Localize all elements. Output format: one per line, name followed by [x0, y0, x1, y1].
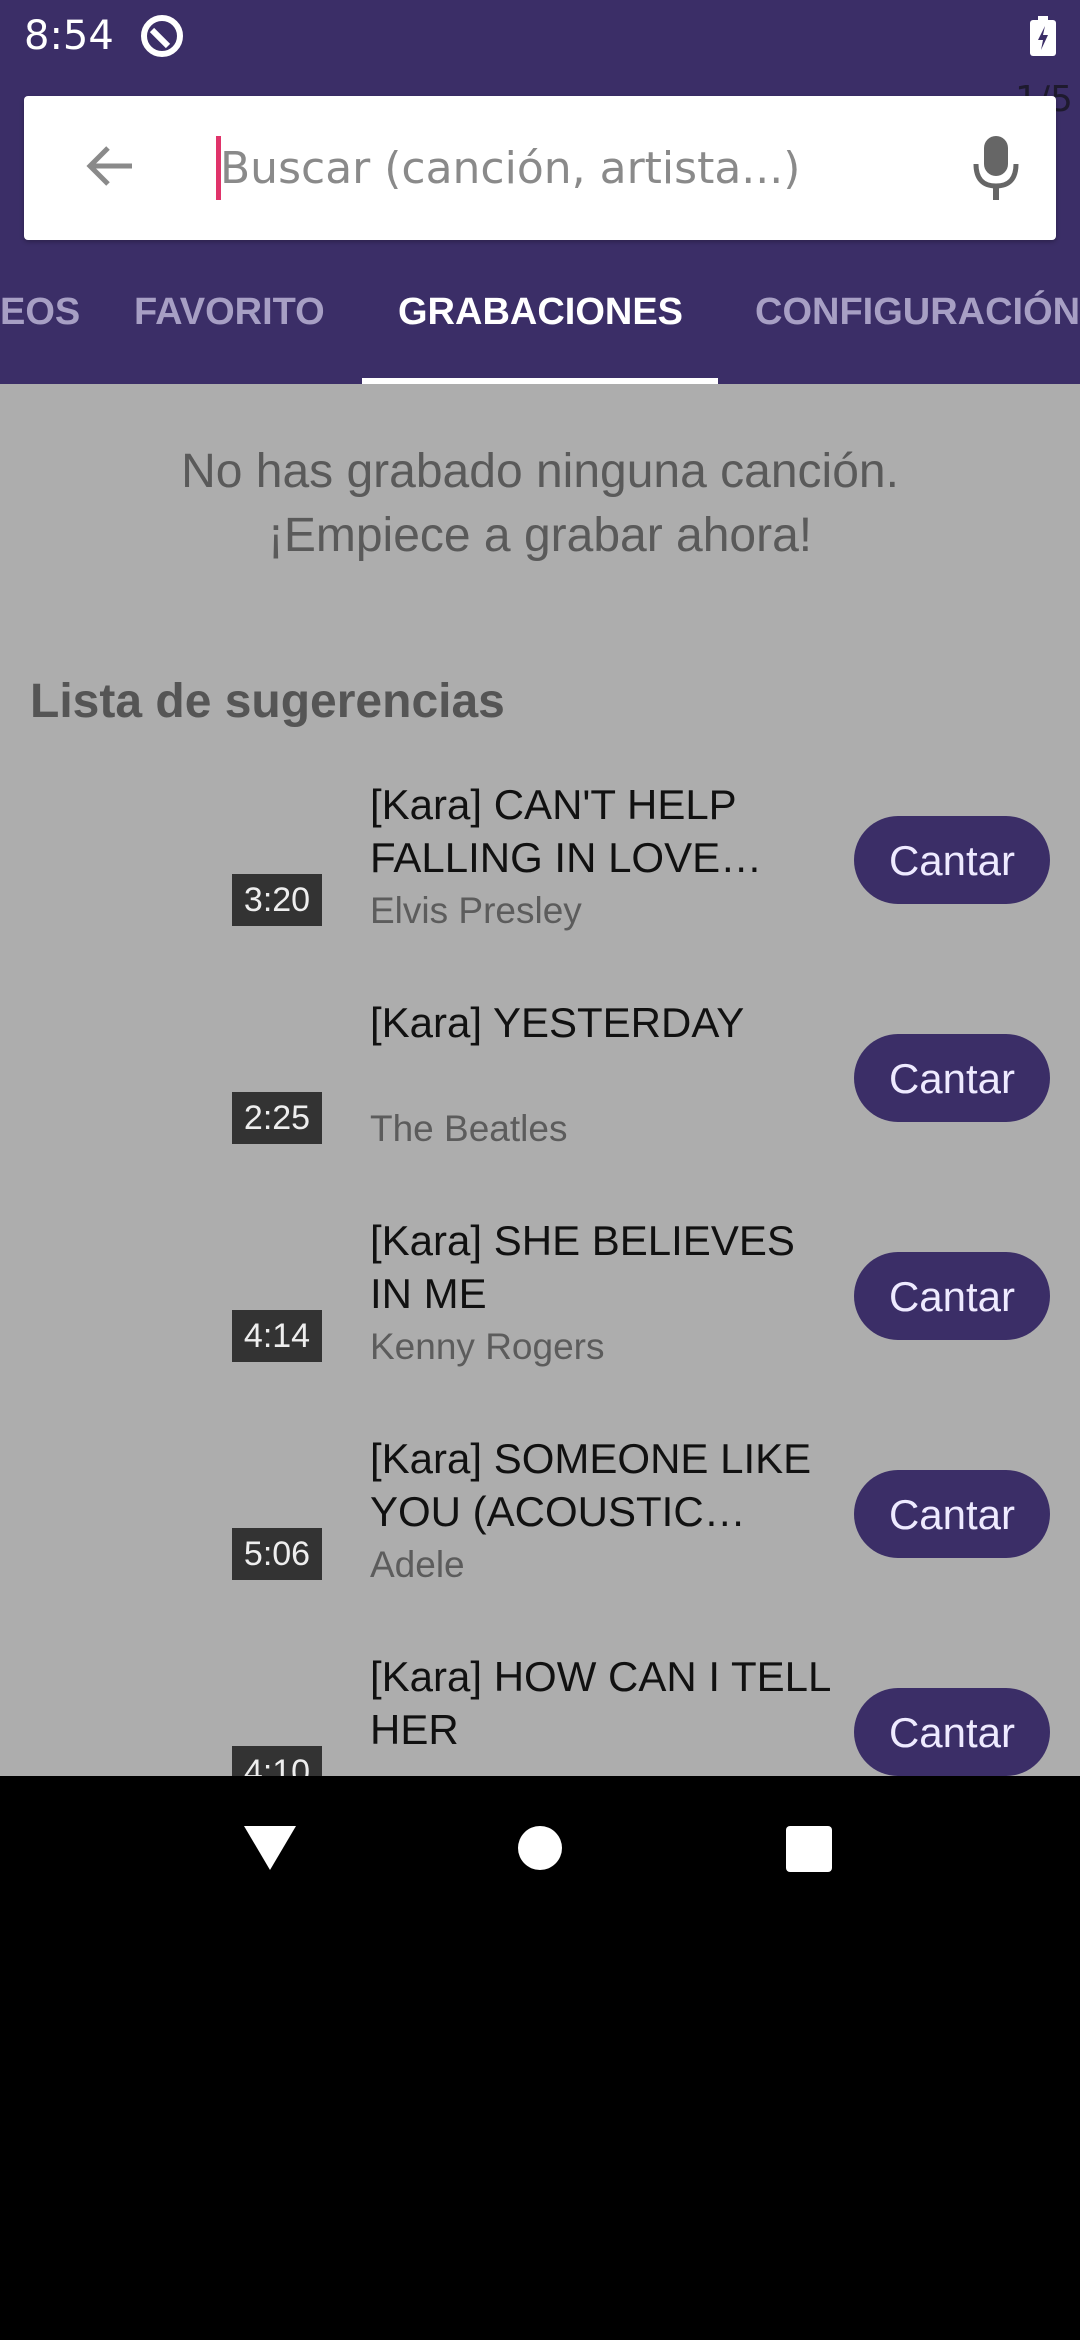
- status-bar: 8:54: [0, 0, 1080, 72]
- song-artist: Elvis Presley: [370, 890, 582, 931]
- song-artist: The Beatles: [370, 1108, 568, 1149]
- song-title: [Kara] CAN'T HELP FALLING IN LOVE (ACOUS…: [370, 781, 736, 881]
- song-item[interactable]: 4:10 [Kara] HOW CAN I TELL HER Cantar: [0, 1650, 1080, 1776]
- song-item[interactable]: 4:14 [Kara] SHE BELIEVES IN ME Kenny Rog…: [0, 1214, 1080, 1432]
- song-artist: Adele: [370, 1544, 465, 1585]
- song-title: [Kara] YESTERDAY: [370, 999, 745, 1046]
- song-item[interactable]: 3:20 [Kara] CAN'T HELP FALLING IN LOVE (…: [0, 778, 1080, 996]
- empty-message-line1: No has grabado ninguna canción.: [181, 445, 899, 498]
- song-item[interactable]: 5:06 [Kara] SOMEONE LIKE YOU (ACOUSTIC V…: [0, 1432, 1080, 1650]
- tab-favorites[interactable]: FAVORITO: [134, 240, 325, 384]
- song-title: [Kara] SHE BELIEVES IN ME: [370, 1217, 795, 1317]
- song-title: [Kara] HOW CAN I TELL HER: [370, 1653, 830, 1753]
- status-time: 8:54: [24, 13, 114, 59]
- duration-badge: 2:25: [232, 1092, 322, 1144]
- duration-badge: 4:10: [232, 1746, 322, 1776]
- empty-recordings-message: No has grabado ninguna canción. ¡Empiece…: [0, 440, 1080, 568]
- duration-badge: 4:14: [232, 1310, 322, 1362]
- empty-message-line2: ¡Empiece a grabar ahora!: [267, 509, 813, 562]
- sing-button[interactable]: Cantar: [854, 816, 1050, 904]
- back-arrow-icon[interactable]: [82, 138, 138, 194]
- text-cursor: [216, 136, 221, 200]
- sing-button[interactable]: Cantar: [854, 1034, 1050, 1122]
- nav-back-icon[interactable]: [242, 1822, 298, 1872]
- system-nav-bar: [0, 1776, 1080, 2340]
- microphone-icon[interactable]: [968, 132, 1024, 204]
- sing-button[interactable]: Cantar: [854, 1252, 1050, 1340]
- search-bar[interactable]: [24, 96, 1056, 240]
- suggestions-title: Lista de sugerencias: [30, 675, 505, 728]
- song-artist: Kenny Rogers: [370, 1326, 605, 1367]
- nav-recents-icon[interactable]: [786, 1826, 832, 1872]
- song-item[interactable]: 2:25 [Kara] YESTERDAY The Beatles Cantar: [0, 996, 1080, 1214]
- song-title: [Kara] SOMEONE LIKE YOU (ACOUSTIC VERSIO…: [370, 1435, 812, 1535]
- search-input[interactable]: [216, 132, 960, 204]
- sing-button[interactable]: Cantar: [854, 1470, 1050, 1558]
- sing-button[interactable]: Cantar: [854, 1688, 1050, 1776]
- tab-videos[interactable]: EOS: [0, 240, 80, 384]
- battery-charging-icon: [1030, 16, 1056, 56]
- sync-icon: [141, 15, 183, 57]
- tab-bar: EOS FAVORITO GRABACIONES CONFIGURACIÓN: [0, 240, 1080, 384]
- duration-badge: 3:20: [232, 874, 322, 926]
- tab-recordings[interactable]: GRABACIONES: [398, 240, 683, 384]
- recordings-content[interactable]: No has grabado ninguna canción. ¡Empiece…: [0, 384, 1080, 1776]
- duration-badge: 5:06: [232, 1528, 322, 1580]
- nav-home-icon[interactable]: [518, 1826, 562, 1870]
- tab-settings[interactable]: CONFIGURACIÓN: [755, 240, 1080, 384]
